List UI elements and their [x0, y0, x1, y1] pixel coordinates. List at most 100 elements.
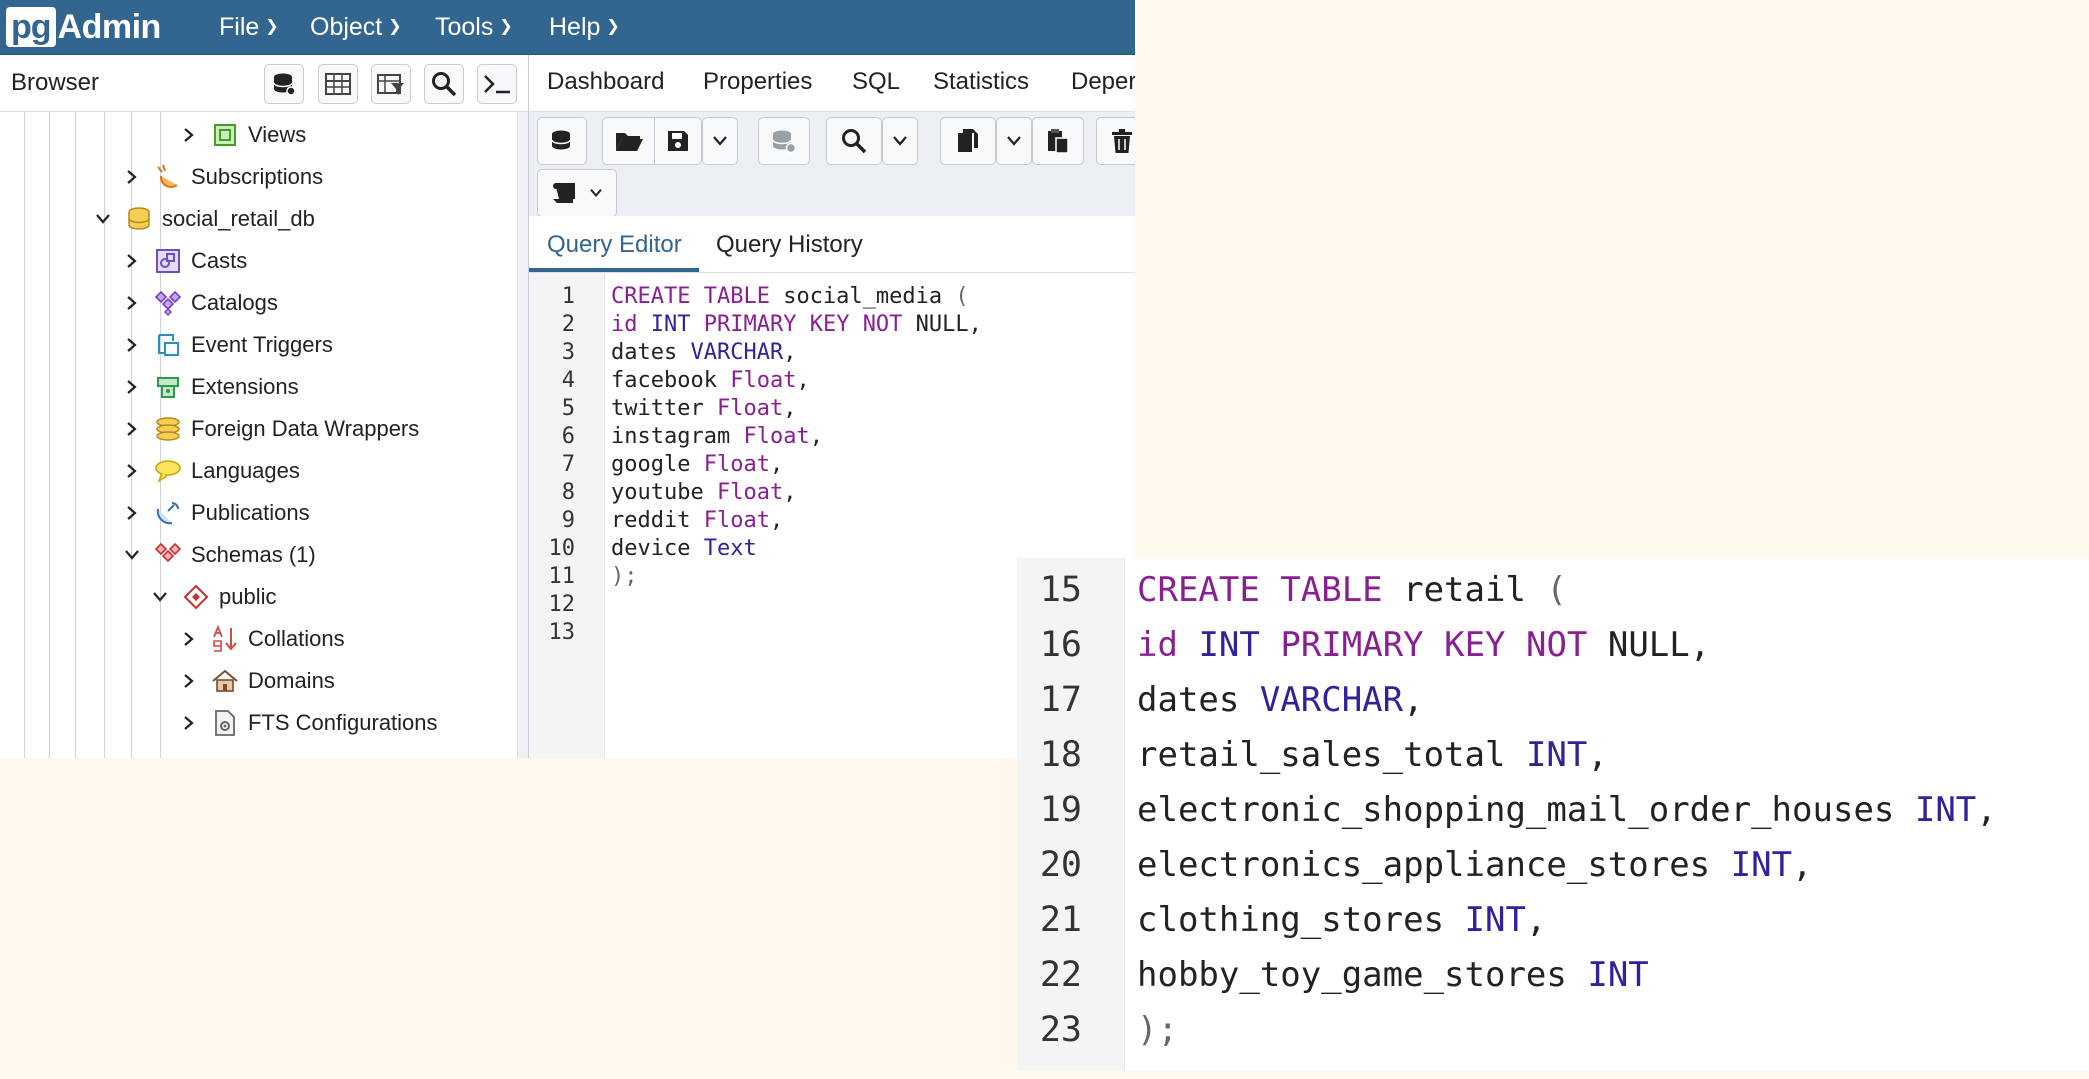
code-line: instagram Float, — [611, 424, 823, 449]
tree-node-database[interactable]: social_retail_db — [92, 198, 315, 240]
code-token: , — [1403, 680, 1424, 720]
browser-tree: Views Subscriptions social_retail_db Cas… — [0, 112, 517, 758]
chevron-right-icon[interactable] — [178, 127, 200, 143]
chevron-right-icon[interactable] — [121, 421, 143, 437]
tree-node-event-triggers[interactable]: Event Triggers — [121, 324, 333, 366]
tree-node-extensions[interactable]: Extensions — [121, 366, 299, 408]
line-number: 19 — [1039, 790, 1082, 830]
code-token: PRIMARY KEY NOT — [1280, 625, 1588, 665]
view-data-button[interactable] — [318, 64, 358, 104]
tree-node-foreign-data-wrappers[interactable]: Foreign Data Wrappers — [121, 408, 419, 450]
chevron-right-icon[interactable] — [121, 337, 143, 353]
code-token: Float — [743, 424, 810, 449]
line-number: 5 — [561, 396, 575, 421]
tree-node-casts[interactable]: Casts — [121, 240, 247, 282]
copy-button[interactable] — [940, 117, 996, 165]
code-line: youtube Float, — [611, 480, 796, 505]
tree-node-schemas[interactable]: Schemas (1) — [121, 534, 316, 576]
code-token: , — [783, 340, 797, 365]
schemas-icon — [153, 540, 183, 570]
code-line: CREATE TABLE social_media ( — [611, 284, 969, 309]
tree-node-subscriptions[interactable]: Subscriptions — [121, 156, 323, 198]
tab-dashboard[interactable]: Dashboard — [547, 68, 664, 96]
filtered-rows-button[interactable] — [371, 64, 411, 104]
chevron-right-icon[interactable] — [178, 631, 200, 647]
code-token: INT — [1914, 790, 1977, 830]
chevron-right-icon[interactable] — [121, 379, 143, 395]
code-token: youtube — [611, 480, 717, 505]
menu-help-label: Help — [549, 12, 601, 41]
chevron-right-icon[interactable] — [178, 715, 200, 731]
code-line: dates VARCHAR, — [611, 340, 796, 365]
scroll-icon — [553, 183, 575, 203]
menu-help[interactable]: Help ❯ — [549, 0, 620, 54]
line-number: 16 — [1039, 625, 1082, 665]
find-button[interactable] — [826, 117, 882, 165]
table-icon — [325, 73, 351, 95]
code-token: instagram — [611, 424, 744, 449]
code-line: id INT PRIMARY KEY NOT NULL, — [611, 312, 982, 337]
paste-button[interactable] — [1032, 117, 1084, 165]
save-icon — [668, 131, 689, 151]
tree-node-domains[interactable]: Domains — [178, 660, 335, 702]
chevron-down-icon: ❯ — [606, 18, 620, 35]
tree-node-label: Foreign Data Wrappers — [191, 416, 420, 441]
code-token: INT — [1525, 735, 1588, 775]
tab-dependencies[interactable]: Deper — [1071, 68, 1135, 96]
chevron-right-icon[interactable] — [121, 505, 143, 521]
tab-query-editor[interactable]: Query Editor — [547, 231, 682, 259]
chevron-right-icon[interactable] — [121, 295, 143, 311]
tab-properties[interactable]: Properties — [703, 68, 812, 96]
menu-file[interactable]: File ❯ — [219, 0, 279, 54]
chevron-right-icon[interactable] — [121, 169, 143, 185]
tree-node-views[interactable]: Views — [178, 114, 306, 156]
save-data-button[interactable] — [758, 117, 810, 165]
code-token: , — [783, 396, 797, 421]
delete-button[interactable] — [1096, 117, 1135, 165]
tree-node-publications[interactable]: Publications — [121, 492, 310, 534]
copy-options-dropdown[interactable] — [996, 117, 1032, 165]
copy-icon — [958, 129, 978, 152]
code-token: , — [783, 480, 797, 505]
find-options-dropdown[interactable] — [882, 117, 918, 165]
menu-tools-label: Tools — [435, 12, 494, 41]
main-tab-bar: Dashboard Properties SQL Statistics Depe… — [529, 55, 1135, 112]
code-token: , — [1792, 845, 1813, 885]
menu-object[interactable]: Object ❯ — [310, 0, 402, 54]
query-tool-button[interactable] — [264, 64, 304, 104]
psql-tool-button[interactable] — [477, 64, 517, 104]
tab-sql[interactable]: SQL — [852, 68, 900, 96]
tree-node-label: Extensions — [191, 374, 299, 399]
code-token: google — [611, 452, 704, 477]
tab-query-history[interactable]: Query History — [716, 231, 863, 259]
chevron-down-icon[interactable] — [121, 549, 143, 561]
tree-node-public[interactable]: public — [149, 576, 276, 618]
search-objects-button[interactable] — [424, 64, 464, 104]
logo-pg: pg — [6, 7, 56, 47]
open-file-button[interactable] — [603, 129, 654, 153]
tab-statistics[interactable]: Statistics — [933, 68, 1029, 96]
code-token: social_media — [769, 284, 956, 309]
menu-tools[interactable]: Tools ❯ — [435, 0, 513, 54]
chevron-right-icon[interactable] — [121, 253, 143, 269]
code-line: electronics_appliance_stores INT, — [1137, 845, 1813, 885]
code-token: id — [1137, 625, 1178, 665]
chevron-right-icon[interactable] — [121, 463, 143, 479]
tree-node-languages[interactable]: Languages — [121, 450, 300, 492]
chevron-right-icon[interactable] — [178, 673, 200, 689]
code-token: VARCHAR — [1259, 680, 1404, 720]
code-token: dates — [1137, 680, 1260, 720]
code-token: Float — [716, 480, 784, 505]
macros-dropdown-button[interactable] — [537, 169, 617, 217]
chevron-down-icon[interactable] — [149, 591, 171, 603]
save-options-dropdown[interactable] — [702, 117, 738, 165]
tree-node-label: Casts — [191, 248, 248, 273]
browser-title: Browser — [11, 69, 100, 96]
chevron-down-icon[interactable] — [92, 213, 114, 225]
tree-node-fts-configurations[interactable]: FTS Configurations — [178, 702, 438, 744]
chevron-down-icon — [893, 136, 907, 146]
tree-node-collations[interactable]: Collations — [178, 618, 345, 660]
save-file-button[interactable] — [654, 118, 701, 164]
tree-node-catalogs[interactable]: Catalogs — [121, 282, 278, 324]
connection-button[interactable] — [537, 117, 587, 165]
